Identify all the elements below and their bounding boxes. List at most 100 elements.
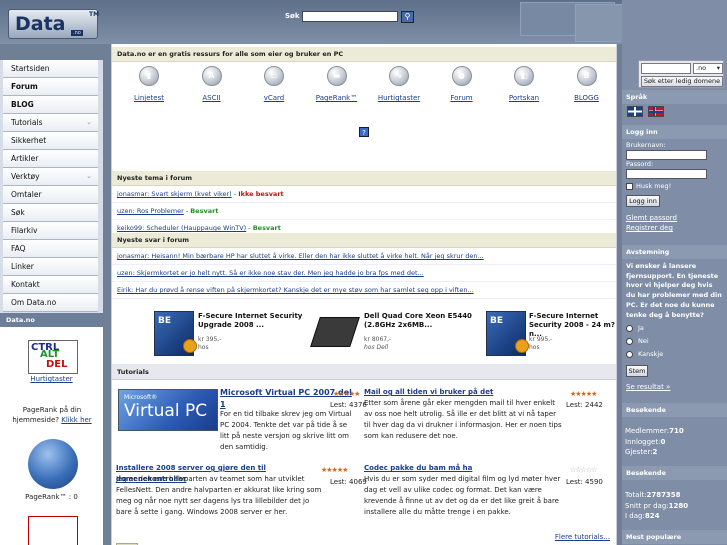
nav-item[interactable]: BLOG [3,96,98,114]
nav-item[interactable]: Kontakt [3,276,98,294]
ad-shop: hos [529,344,540,351]
tool-item[interactable]: ◧ Portskan [494,66,554,102]
nav-item[interactable]: Verktøy ⌄ [3,168,98,186]
help-icon[interactable]: ? [359,127,369,137]
rating-stars: ☆☆☆☆☆ [570,466,597,474]
promo-badge[interactable] [28,516,78,545]
poll-radio-maybe[interactable] [626,351,633,358]
tool-item[interactable]: B BLOGG [557,66,617,102]
topic-link[interactable]: jonasmar: Svart skjerm (kvet viker) [117,190,232,198]
topic-link[interactable]: uzen: Ros Problemer [117,207,184,215]
domain-search-button[interactable]: Søk etter ledig domene [641,76,723,87]
virtual-pc-image[interactable]: Microsoft® Virtual PC [118,389,218,431]
tool-link[interactable]: ASCII [182,94,242,102]
product-ad[interactable]: Dell Quad Core Xeon E5440 (2.8GHz 2x6MB.… [307,307,477,364]
vcard-icon[interactable]: ▭ [264,66,284,86]
software-box-image: BE [486,311,529,356]
port-icon[interactable]: ◧ [514,66,534,86]
tool-link[interactable]: Hurtigtaster [369,94,429,102]
tool-link[interactable]: Linjetest [119,94,179,102]
answer-row: jonasmar: Heisann! Min bærbare HP har sl… [112,248,616,265]
ad-price: kr 8067,- [364,336,392,343]
ad-title: F-Secure Internet Security 2008 - 24 m?n… [529,312,615,338]
header-decor-panel [575,4,625,42]
search-label: Søk [285,12,300,20]
tool-item[interactable]: ▮ Linjetest [119,66,179,102]
tool-item[interactable]: ▬ PageRank™ [307,66,367,102]
members-heading: Besøkende [622,403,727,417]
tool-link[interactable]: vCard [244,94,304,102]
answer-link[interactable]: Eirik: Har du prøvd å rense viften på sk… [117,286,474,294]
vote-button[interactable]: Stem [626,365,648,377]
answer-link[interactable]: jonasmar: Heisann! Min bærbare HP har sl… [117,252,484,260]
more-tutorials-link[interactable]: Flere tutorials... [555,533,610,541]
login-button[interactable]: Logg inn [626,195,660,207]
chevron-down-icon: ⌄ [86,118,92,126]
tld-select[interactable]: .no ▾ [693,63,723,74]
answer-link[interactable]: uzen: Skjermkortet er jo helt nytt. Så e… [117,269,424,277]
remember-checkbox[interactable] [626,183,633,190]
search-icon[interactable]: ⚲ [401,11,414,23]
visits-heading: Besøkende [622,466,727,480]
forgot-password-link[interactable]: Glemt passord [626,214,677,222]
tool-item[interactable]: ▭ vCard [244,66,304,102]
register-link[interactable]: Registrer deg [626,224,673,232]
chat-bubble-icon[interactable]: ● [451,66,472,86]
nav-item[interactable]: Forum [3,78,98,96]
tool-item[interactable]: ● Forum [432,66,492,102]
product-ad[interactable]: BE F-Secure Internet Security Upgrade 20… [150,307,320,364]
password-field[interactable] [626,169,707,179]
popular-heading: Mest populære [622,530,727,544]
rating-stars: ★★★★★ [570,390,597,398]
nav-item[interactable]: Filarkiv [3,222,98,240]
blog-icon[interactable]: B [576,66,597,86]
nav-item[interactable]: FAQ [3,240,98,258]
tool-item[interactable]: A ASCII [182,66,242,102]
poll-radio-yes[interactable] [626,325,633,332]
username-label: Brukernavn: [626,141,666,149]
domain-input[interactable] [641,63,691,74]
norway-flag-icon[interactable] [648,106,664,117]
nav-item[interactable]: Linker [3,258,98,276]
tutorials-heading: Tutorials [112,364,616,380]
ascii-icon[interactable]: A [201,66,222,86]
site-logo[interactable]: Data TM .no [8,9,99,39]
tutorial-title[interactable]: Codec pakke du bam må ha [364,464,472,472]
nav-item[interactable]: Søk [3,204,98,222]
tool-link[interactable]: PageRank™ [307,94,367,102]
cpu-chip-image [310,317,360,347]
search-input[interactable] [302,11,398,22]
nav-item[interactable]: Tutorials ⌄ [3,114,98,132]
rating-stars: ★★★★★ [333,390,360,398]
nav-item[interactable]: Om Data.no [3,294,98,312]
intro-text: Data.no er en gratis ressurs for alle so… [112,47,616,62]
nav-item[interactable]: Sikkerhet [3,132,98,150]
nav-item[interactable]: Startsiden [3,60,98,78]
tool-link[interactable]: BLOGG [557,94,617,102]
chevron-down-icon: ▾ [716,64,720,72]
nav-item[interactable]: Artikler [3,150,98,168]
pagerank-icon[interactable]: ▬ [326,66,347,86]
hotkeys-link[interactable]: Hurtigtaster [30,375,72,383]
tutorial-item: Mail og all tiden vi bruker på det [364,387,574,398]
product-ads: BE F-Secure Internet Security Upgrade 20… [112,307,616,364]
tutorials-section: Tutorials Microsoft® Virtual PC Microsof… [112,364,616,545]
tool-link[interactable]: Forum [432,94,492,102]
topic-status: Ikke besvart [238,190,284,198]
keyboard-icon[interactable]: ∿ [389,66,409,86]
member-stats: Medlemmer:710 Innlogget:0 Gjester:2 [625,427,684,456]
pagerank-click-link[interactable]: Klikk her [61,416,91,424]
tutorial-title[interactable]: Mail og all tiden vi bruker på det [364,388,493,396]
topic-row: uzen: Ros Problemer - Besvart [112,203,616,220]
ctrl-alt-del-logo[interactable]: CTRL ALT DEL [28,340,78,374]
poll-radio-no[interactable] [626,338,633,345]
bar-chart-icon[interactable]: ▮ [139,66,159,86]
uk-flag-icon[interactable] [627,106,643,117]
nav-item[interactable]: Omtaler [3,186,98,204]
poll-results-link[interactable]: Se resultat » [626,383,670,391]
tool-item[interactable]: ∿ Hurtigtaster [369,66,429,102]
login-heading: Logg inn [622,125,727,139]
topic-link[interactable]: keiko99: Scheduler (Hauppauge WinTV) [117,224,246,232]
remember-label: Husk meg! [636,182,672,190]
tool-link[interactable]: Portskan [494,94,554,102]
